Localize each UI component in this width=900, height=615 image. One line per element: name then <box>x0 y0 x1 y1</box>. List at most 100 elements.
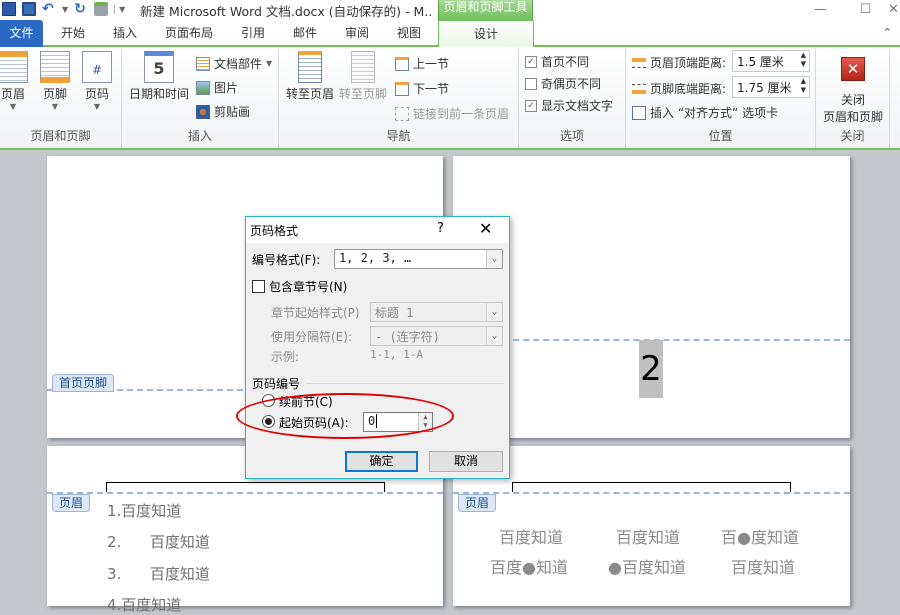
section-divider <box>306 383 504 384</box>
spinner-arrows-icon[interactable]: ▲ ▼ <box>801 51 806 69</box>
help-button[interactable]: ? <box>437 221 444 236</box>
different-odd-even-checkbox[interactable]: 奇偶页不同 <box>525 75 601 92</box>
tab-file[interactable]: 文件 <box>0 20 43 47</box>
redo-icon[interactable]: ↻ <box>74 2 88 16</box>
window-controls: — ☐ ✕ <box>798 0 900 18</box>
text-cell[interactable]: 百度知道 <box>616 524 680 548</box>
tab-references[interactable]: 引用 <box>232 20 274 47</box>
text-cell[interactable]: 百度知道 <box>731 554 795 578</box>
header-tag: 页眉 <box>52 494 91 512</box>
save-icon[interactable] <box>22 2 36 16</box>
tab-insert[interactable]: 插入 <box>104 20 146 47</box>
page-number-button[interactable]: # 页码 ▼ <box>80 51 114 111</box>
tab-mailings[interactable]: 邮件 <box>284 20 326 47</box>
document-title: 新建 Microsoft Word 文档.docx (自动保存的) - M.. <box>140 4 433 19</box>
goto-header-icon <box>298 51 322 83</box>
doc-parts-button[interactable]: 文档部件 ▼ <box>196 55 272 72</box>
ok-button[interactable]: 确定 <box>345 451 418 472</box>
link-icon <box>395 106 409 121</box>
different-first-page-checkbox[interactable]: ✓ 首页不同 <box>525 53 589 70</box>
chapter-style-value: 标题 1 <box>375 306 414 320</box>
show-document-text-checkbox[interactable]: ✓ 显示文档文字 <box>525 97 613 114</box>
footer-label: 页脚 <box>42 87 67 101</box>
close-header-footer-button[interactable]: ✕ 关闭 页眉和页脚 <box>818 51 888 125</box>
chevron-down-icon: ⌄ <box>486 327 502 345</box>
spinner-arrows-icon[interactable]: ▲ ▼ <box>801 77 806 95</box>
minimize-icon: — <box>814 1 827 17</box>
include-chapter-checkbox[interactable]: 包含章节号(N) <box>252 278 347 295</box>
checkbox-unchecked-icon <box>525 77 537 90</box>
undo-icon[interactable]: ↶ <box>42 2 56 16</box>
text-cell[interactable]: 百度知道 <box>499 524 563 548</box>
chevron-down-icon: ▼ <box>93 102 101 111</box>
dialog-close-button[interactable]: ✕ <box>479 219 492 238</box>
list-item[interactable]: 2. 百度知道 <box>107 531 210 552</box>
next-section-label: 下一节 <box>413 82 450 96</box>
print-preview-icon[interactable] <box>94 2 109 16</box>
tab-home[interactable]: 开始 <box>52 20 94 47</box>
word-logo-icon[interactable] <box>2 2 16 16</box>
header-bracket <box>512 482 791 492</box>
checkbox-checked-icon: ✓ <box>525 55 537 68</box>
numbering-section-label: 页码编号 <box>252 377 301 391</box>
header-top-distance: 页眉顶端距离: <box>632 54 726 71</box>
number-format-select[interactable]: 1, 2, 3, … ⌄ <box>334 249 503 269</box>
header-button[interactable]: 页眉 ▼ <box>0 51 30 111</box>
group-label: 插入 <box>187 129 212 143</box>
goto-footer-button[interactable]: 转至页脚 <box>337 51 389 102</box>
page-number-field[interactable]: 2 <box>639 340 663 398</box>
group-label: 页眉和页脚 <box>30 129 91 143</box>
list-item[interactable]: 1.百度知道 <box>107 500 181 521</box>
collapse-ribbon-icon[interactable]: ⌃ <box>883 26 892 39</box>
goto-footer-icon <box>351 51 375 83</box>
tab-page-layout[interactable]: 页面布局 <box>158 20 220 47</box>
tab-view[interactable]: 视图 <box>388 20 430 47</box>
continue-label: 续前节(C) <box>279 395 333 409</box>
continue-radio[interactable] <box>262 394 275 407</box>
list-item[interactable]: 4.百度知道 <box>107 594 181 615</box>
page-4[interactable]: 页眉 百度知道 百度知道 百●度知道 百度●知道 ●百度知道 百度知道 <box>453 446 850 606</box>
group-close: ✕ 关闭 页眉和页脚 关闭 <box>816 47 890 148</box>
goto-header-button[interactable]: 转至页眉 <box>285 51 335 102</box>
maximize-button[interactable]: ☐ <box>843 0 888 18</box>
alignment-tab-icon <box>632 105 646 120</box>
previous-section-button[interactable]: 上一节 <box>395 55 449 72</box>
minimize-button[interactable]: — <box>798 0 843 18</box>
page-number-format-dialog: 页码格式 ? ✕ 编号格式(F): 1, 2, 3, … ⌄ 包含章节号(N) … <box>245 216 510 479</box>
group-position: 页眉顶端距离: 1.5 厘米 ▲ ▼ 页脚底端距离: 1.75 厘米 ▲ ▼ 插入 … <box>626 47 816 148</box>
close-window-button[interactable]: ✕ <box>888 0 900 18</box>
tab-review[interactable]: 审阅 <box>336 20 378 47</box>
link-to-previous-button[interactable]: 链接到前一条页眉 <box>395 105 509 122</box>
chevron-down-icon[interactable]: ⌄ <box>486 250 502 268</box>
datetime-button[interactable]: 5 日期和时间 <box>128 51 190 102</box>
start-at-value[interactable]: 0 <box>368 414 375 428</box>
header-boundary <box>47 492 443 494</box>
show-document-text-label: 显示文档文字 <box>541 99 614 113</box>
clipart-label: 剪贴画 <box>214 105 251 119</box>
footer-bottom-spinner[interactable]: 1.75 厘米 ▲ ▼ <box>732 76 810 98</box>
chapter-style-select[interactable]: 标题 1 ⌄ <box>370 302 503 322</box>
picture-button[interactable]: 图片 <box>196 79 238 96</box>
group-insert: 5 日期和时间 文档部件 ▼ 图片 剪贴画 插入 <box>122 47 279 148</box>
insert-alignment-tab-button[interactable]: 插入 “对齐方式” 选项卡 <box>632 104 778 121</box>
footer-button[interactable]: 页脚 ▼ <box>38 51 72 111</box>
dialog-titlebar[interactable]: 页码格式 ? ✕ <box>246 217 509 243</box>
start-at-radio[interactable] <box>262 415 275 428</box>
separator-select[interactable]: - (连字符) ⌄ <box>370 326 503 346</box>
text-cell[interactable]: ●百度知道 <box>608 554 686 578</box>
footer-bottom-label: 页脚底端距离: <box>650 82 727 96</box>
start-at-spinner[interactable]: 0 ▲ ▼ <box>363 412 433 432</box>
list-item[interactable]: 3. 百度知道 <box>107 563 210 584</box>
spinner-arrows-icon[interactable]: ▲ ▼ <box>418 413 432 431</box>
header-boundary <box>453 492 850 494</box>
text-cell[interactable]: 百●度知道 <box>721 524 799 548</box>
undo-dropdown-icon[interactable]: ▼ <box>62 5 68 14</box>
header-top-spinner[interactable]: 1.5 厘米 ▲ ▼ <box>732 50 810 72</box>
text-cell[interactable]: 百度●知道 <box>490 554 568 578</box>
cancel-button[interactable]: 取消 <box>429 451 503 472</box>
close-label-2: 页眉和页脚 <box>822 110 883 124</box>
clipart-button[interactable]: 剪贴画 <box>196 103 250 120</box>
customize-qat-icon[interactable]: ▼ <box>114 4 125 14</box>
tab-design[interactable]: 设计 <box>438 20 534 49</box>
next-section-button[interactable]: 下一节 <box>395 80 449 97</box>
